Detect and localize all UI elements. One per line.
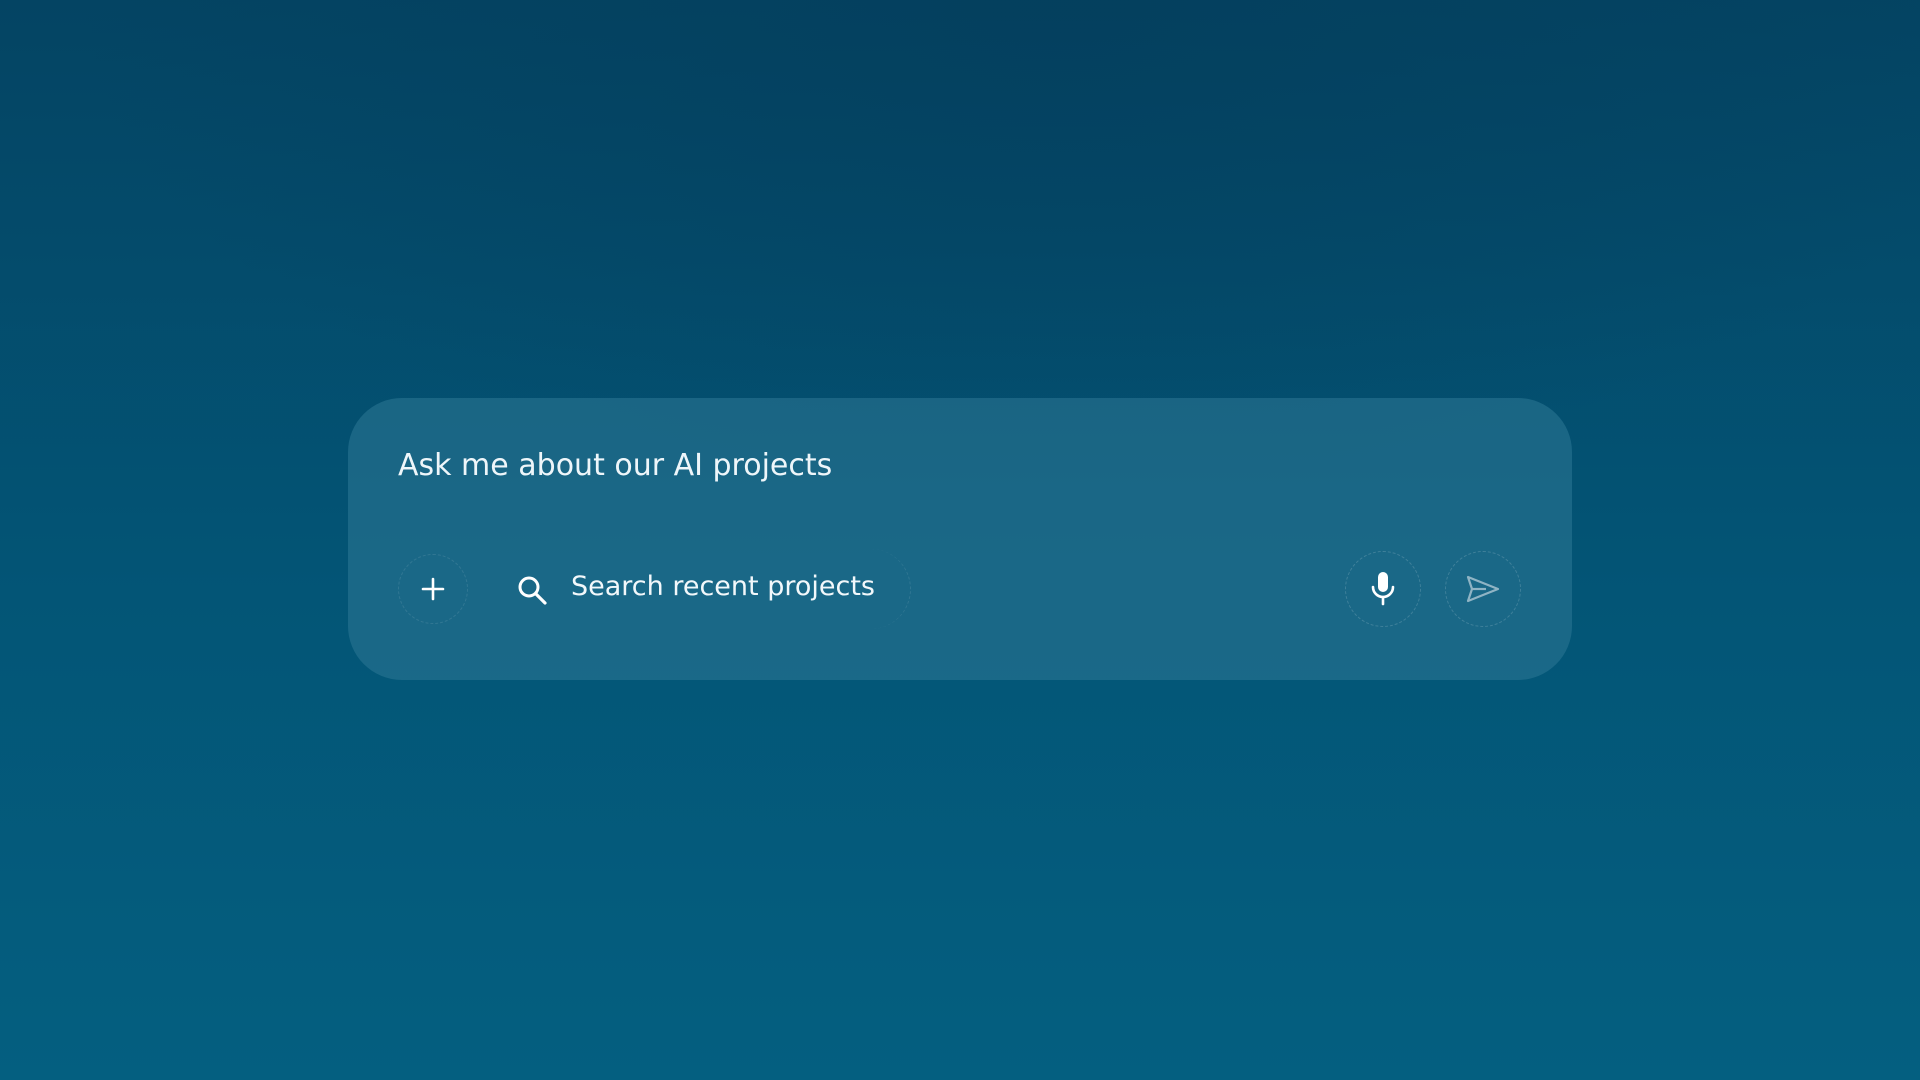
- search-recent-projects-button[interactable]: Search recent projects: [496, 549, 911, 629]
- microphone-icon: [1371, 572, 1395, 606]
- microphone-button[interactable]: [1345, 551, 1421, 627]
- prompt-input[interactable]: [398, 448, 1398, 483]
- chat-composer: Search recent projects: [348, 398, 1572, 680]
- search-recent-projects-label: Search recent projects: [571, 571, 875, 602]
- plus-icon: [421, 577, 445, 601]
- add-button[interactable]: [398, 554, 468, 624]
- send-icon: [1466, 575, 1500, 603]
- send-button[interactable]: [1445, 551, 1521, 627]
- search-icon: [518, 576, 547, 605]
